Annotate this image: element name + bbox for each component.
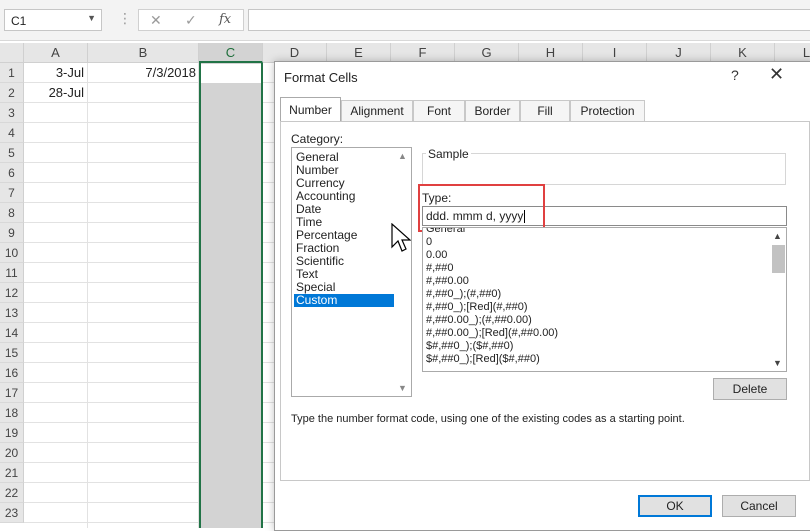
row-header-2[interactable]: 2	[0, 83, 24, 103]
column-header-h[interactable]: H	[519, 43, 583, 63]
column-header-i[interactable]: I	[583, 43, 647, 63]
tab-number[interactable]: Number	[280, 97, 341, 121]
sample-label: Sample	[426, 147, 471, 161]
format-code-item[interactable]: #,##0_);(#,##0)	[426, 288, 501, 301]
row-header-9[interactable]: 9	[0, 223, 24, 243]
column-header-d[interactable]: D	[263, 43, 327, 63]
cancel-button[interactable]: Cancel	[722, 495, 796, 517]
ok-button[interactable]: OK	[638, 495, 712, 517]
tab-border[interactable]: Border	[465, 100, 520, 121]
formula-buttons: ✕ ✓ fx	[138, 9, 244, 31]
mouse-pointer-icon	[391, 223, 411, 252]
format-code-item[interactable]: #,##0.00_);(#,##0.00)	[426, 314, 532, 327]
insert-function-icon[interactable]: fx	[219, 12, 231, 27]
enter-entry-icon[interactable]: ✓	[185, 12, 197, 29]
chevron-down-icon[interactable]: ▼	[87, 13, 96, 23]
formula-bar: C1 ▼ ⋮ ✕ ✓ fx	[0, 0, 810, 41]
row-header-11[interactable]: 11	[0, 263, 24, 283]
column-header-j[interactable]: J	[647, 43, 711, 63]
row-header-4[interactable]: 4	[0, 123, 24, 143]
formula-input[interactable]	[248, 9, 810, 31]
row-header-13[interactable]: 13	[0, 303, 24, 323]
column-header-c[interactable]: C	[199, 43, 263, 63]
scroll-up-icon[interactable]: ▲	[773, 231, 782, 241]
format-code-item[interactable]: General	[426, 228, 465, 236]
type-highlight-box	[418, 184, 545, 232]
row-header-20[interactable]: 20	[0, 443, 24, 463]
row-header-1[interactable]: 1	[0, 63, 24, 83]
category-scrollbar[interactable]: ▲ ▼	[395, 148, 411, 396]
column-gridline	[87, 63, 88, 528]
format-code-item[interactable]: $#,##0_);($#,##0)	[426, 340, 513, 353]
close-icon[interactable]: ✕	[769, 64, 784, 85]
cancel-entry-icon[interactable]: ✕	[150, 12, 162, 29]
row-header-14[interactable]: 14	[0, 323, 24, 343]
column-header-f[interactable]: F	[391, 43, 455, 63]
format-cells-dialog: Format Cells ? ✕ Number Alignment Font B…	[274, 61, 810, 531]
sample-box: Sample	[422, 147, 786, 185]
column-header-l[interactable]: L	[775, 43, 810, 63]
row-header-21[interactable]: 21	[0, 463, 24, 483]
row-header-10[interactable]: 10	[0, 243, 24, 263]
tab-fill[interactable]: Fill	[520, 100, 570, 121]
scroll-down-icon[interactable]: ▼	[398, 383, 407, 393]
format-code-item[interactable]: #,##0.00_);[Red](#,##0.00)	[426, 327, 558, 340]
column-header-g[interactable]: G	[455, 43, 519, 63]
format-code-item[interactable]: #,##0_);[Red](#,##0)	[426, 301, 528, 314]
category-label: Category:	[291, 132, 344, 146]
category-list[interactable]: General Number Currency Accounting Date Time P…	[291, 147, 412, 397]
row-header-6[interactable]: 6	[0, 163, 24, 183]
row-header-19[interactable]: 19	[0, 423, 24, 443]
format-code-item[interactable]: $#,##0_);[Red]($#,##0)	[426, 353, 540, 366]
column-header-a[interactable]: A	[24, 43, 88, 63]
row-header-5[interactable]: 5	[0, 143, 24, 163]
row-header-7[interactable]: 7	[0, 183, 24, 203]
tab-protection[interactable]: Protection	[570, 100, 645, 121]
column-header-k[interactable]: K	[711, 43, 775, 63]
description-text: Type the number format code, using one o…	[291, 413, 685, 425]
format-code-list[interactable]: General 0 0.00 #,##0 #,##0.00 #,##0_);(#,##0)…	[422, 227, 787, 372]
delete-button[interactable]: Delete	[713, 378, 787, 400]
help-icon[interactable]: ?	[731, 67, 739, 83]
row-header-8[interactable]: 8	[0, 203, 24, 223]
active-cell-c1[interactable]	[201, 64, 261, 83]
format-list-scrollbar[interactable]: ▲ ▼	[770, 228, 786, 371]
format-code-item[interactable]: #,##0	[426, 262, 454, 275]
row-header-3[interactable]: 3	[0, 103, 24, 123]
scroll-up-icon[interactable]: ▲	[398, 151, 407, 161]
format-code-item[interactable]: 0	[426, 236, 432, 249]
row-header-16[interactable]: 16	[0, 363, 24, 383]
dialog-title: Format Cells	[284, 70, 358, 85]
cell-a1[interactable]: 3-Jul	[24, 63, 84, 83]
row-header-17[interactable]: 17	[0, 383, 24, 403]
column-header-e[interactable]: E	[327, 43, 391, 63]
delete-button-label: Delete	[732, 382, 768, 396]
select-all-corner[interactable]	[0, 43, 24, 63]
format-code-item[interactable]: 0.00	[426, 249, 447, 262]
tab-alignment[interactable]: Alignment	[341, 100, 413, 121]
row-header-12[interactable]: 12	[0, 283, 24, 303]
scroll-thumb[interactable]	[772, 245, 785, 273]
resize-handle-icon[interactable]: ⋮	[118, 10, 132, 27]
cell-a2[interactable]: 28-Jul	[24, 83, 84, 103]
cell-b1[interactable]: 7/3/2018	[88, 63, 196, 83]
category-item-custom[interactable]: Custom	[294, 294, 394, 307]
row-header-15[interactable]: 15	[0, 343, 24, 363]
row-header-18[interactable]: 18	[0, 403, 24, 423]
column-header-b[interactable]: B	[88, 43, 199, 63]
format-code-item[interactable]: #,##0.00	[426, 275, 469, 288]
tab-font[interactable]: Font	[413, 100, 465, 121]
selected-column-c	[199, 63, 263, 528]
name-box-value: C1	[11, 14, 27, 28]
row-header-22[interactable]: 22	[0, 483, 24, 503]
name-box[interactable]: C1 ▼	[4, 9, 102, 31]
scroll-down-icon[interactable]: ▼	[773, 358, 782, 368]
row-header-23[interactable]: 23	[0, 503, 24, 523]
